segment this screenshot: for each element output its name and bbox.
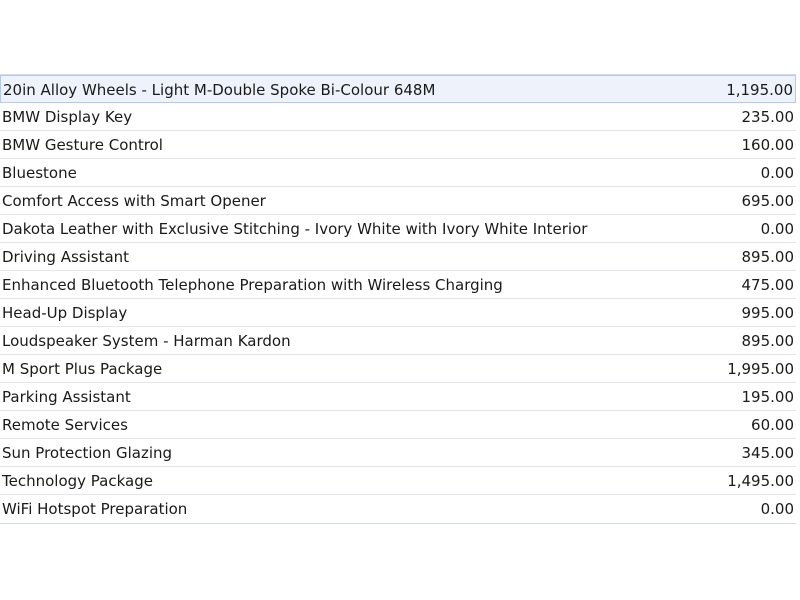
option-name: Parking Assistant — [2, 388, 131, 406]
option-name: M Sport Plus Package — [2, 360, 163, 378]
option-price: 0.00 — [760, 220, 794, 238]
option-price: 1,995.00 — [727, 360, 794, 378]
list-item[interactable]: Comfort Access with Smart Opener 695.00 — [0, 187, 796, 215]
option-price: 160.00 — [741, 136, 795, 154]
option-name: Driving Assistant — [2, 248, 130, 266]
list-item[interactable]: 20in Alloy Wheels - Light M-Double Spoke… — [0, 75, 796, 103]
option-price: 195.00 — [741, 388, 795, 406]
list-item[interactable]: M Sport Plus Package 1,995.00 — [0, 355, 796, 383]
option-name: BMW Gesture Control — [2, 136, 163, 154]
option-name: 20in Alloy Wheels - Light M-Double Spoke… — [3, 81, 436, 99]
list-item[interactable]: BMW Display Key 235.00 — [0, 103, 796, 131]
list-item[interactable]: Head-Up Display 995.00 — [0, 299, 796, 327]
list-item[interactable]: Loudspeaker System - Harman Kardon 895.0… — [0, 327, 796, 355]
option-price: 0.00 — [760, 164, 794, 182]
list-item[interactable]: WiFi Hotspot Preparation 0.00 — [0, 495, 796, 523]
option-price: 235.00 — [741, 108, 795, 126]
options-list: 20in Alloy Wheels - Light M-Double Spoke… — [0, 74, 796, 524]
list-item[interactable]: Enhanced Bluetooth Telephone Preparation… — [0, 271, 796, 299]
list-item[interactable]: Bluestone 0.00 — [0, 159, 796, 187]
list-item[interactable]: BMW Gesture Control 160.00 — [0, 131, 796, 159]
option-price: 995.00 — [741, 304, 795, 322]
list-item[interactable]: Technology Package 1,495.00 — [0, 467, 796, 495]
option-name: WiFi Hotspot Preparation — [2, 500, 188, 518]
option-price: 695.00 — [741, 192, 795, 210]
option-name: Head-Up Display — [2, 304, 128, 322]
option-name: Dakota Leather with Exclusive Stitching … — [2, 220, 588, 238]
option-price: 895.00 — [741, 332, 795, 350]
option-name: Loudspeaker System - Harman Kardon — [2, 332, 291, 350]
option-name: Bluestone — [2, 164, 77, 182]
list-item[interactable]: Driving Assistant 895.00 — [0, 243, 796, 271]
option-name: Enhanced Bluetooth Telephone Preparation… — [2, 276, 503, 294]
list-item[interactable]: Parking Assistant 195.00 — [0, 383, 796, 411]
option-price: 475.00 — [741, 276, 795, 294]
option-price: 0.00 — [760, 500, 794, 518]
option-price: 60.00 — [751, 416, 794, 434]
option-name: Comfort Access with Smart Opener — [2, 192, 266, 210]
list-item[interactable]: Dakota Leather with Exclusive Stitching … — [0, 215, 796, 243]
option-price: 1,195.00 — [726, 81, 793, 99]
option-name: Technology Package — [2, 472, 153, 490]
option-price: 345.00 — [741, 444, 795, 462]
option-name: BMW Display Key — [2, 108, 133, 126]
list-item[interactable]: Remote Services 60.00 — [0, 411, 796, 439]
option-price: 895.00 — [741, 248, 795, 266]
option-price: 1,495.00 — [727, 472, 794, 490]
option-name: Remote Services — [2, 416, 128, 434]
option-name: Sun Protection Glazing — [2, 444, 173, 462]
list-item[interactable]: Sun Protection Glazing 345.00 — [0, 439, 796, 467]
